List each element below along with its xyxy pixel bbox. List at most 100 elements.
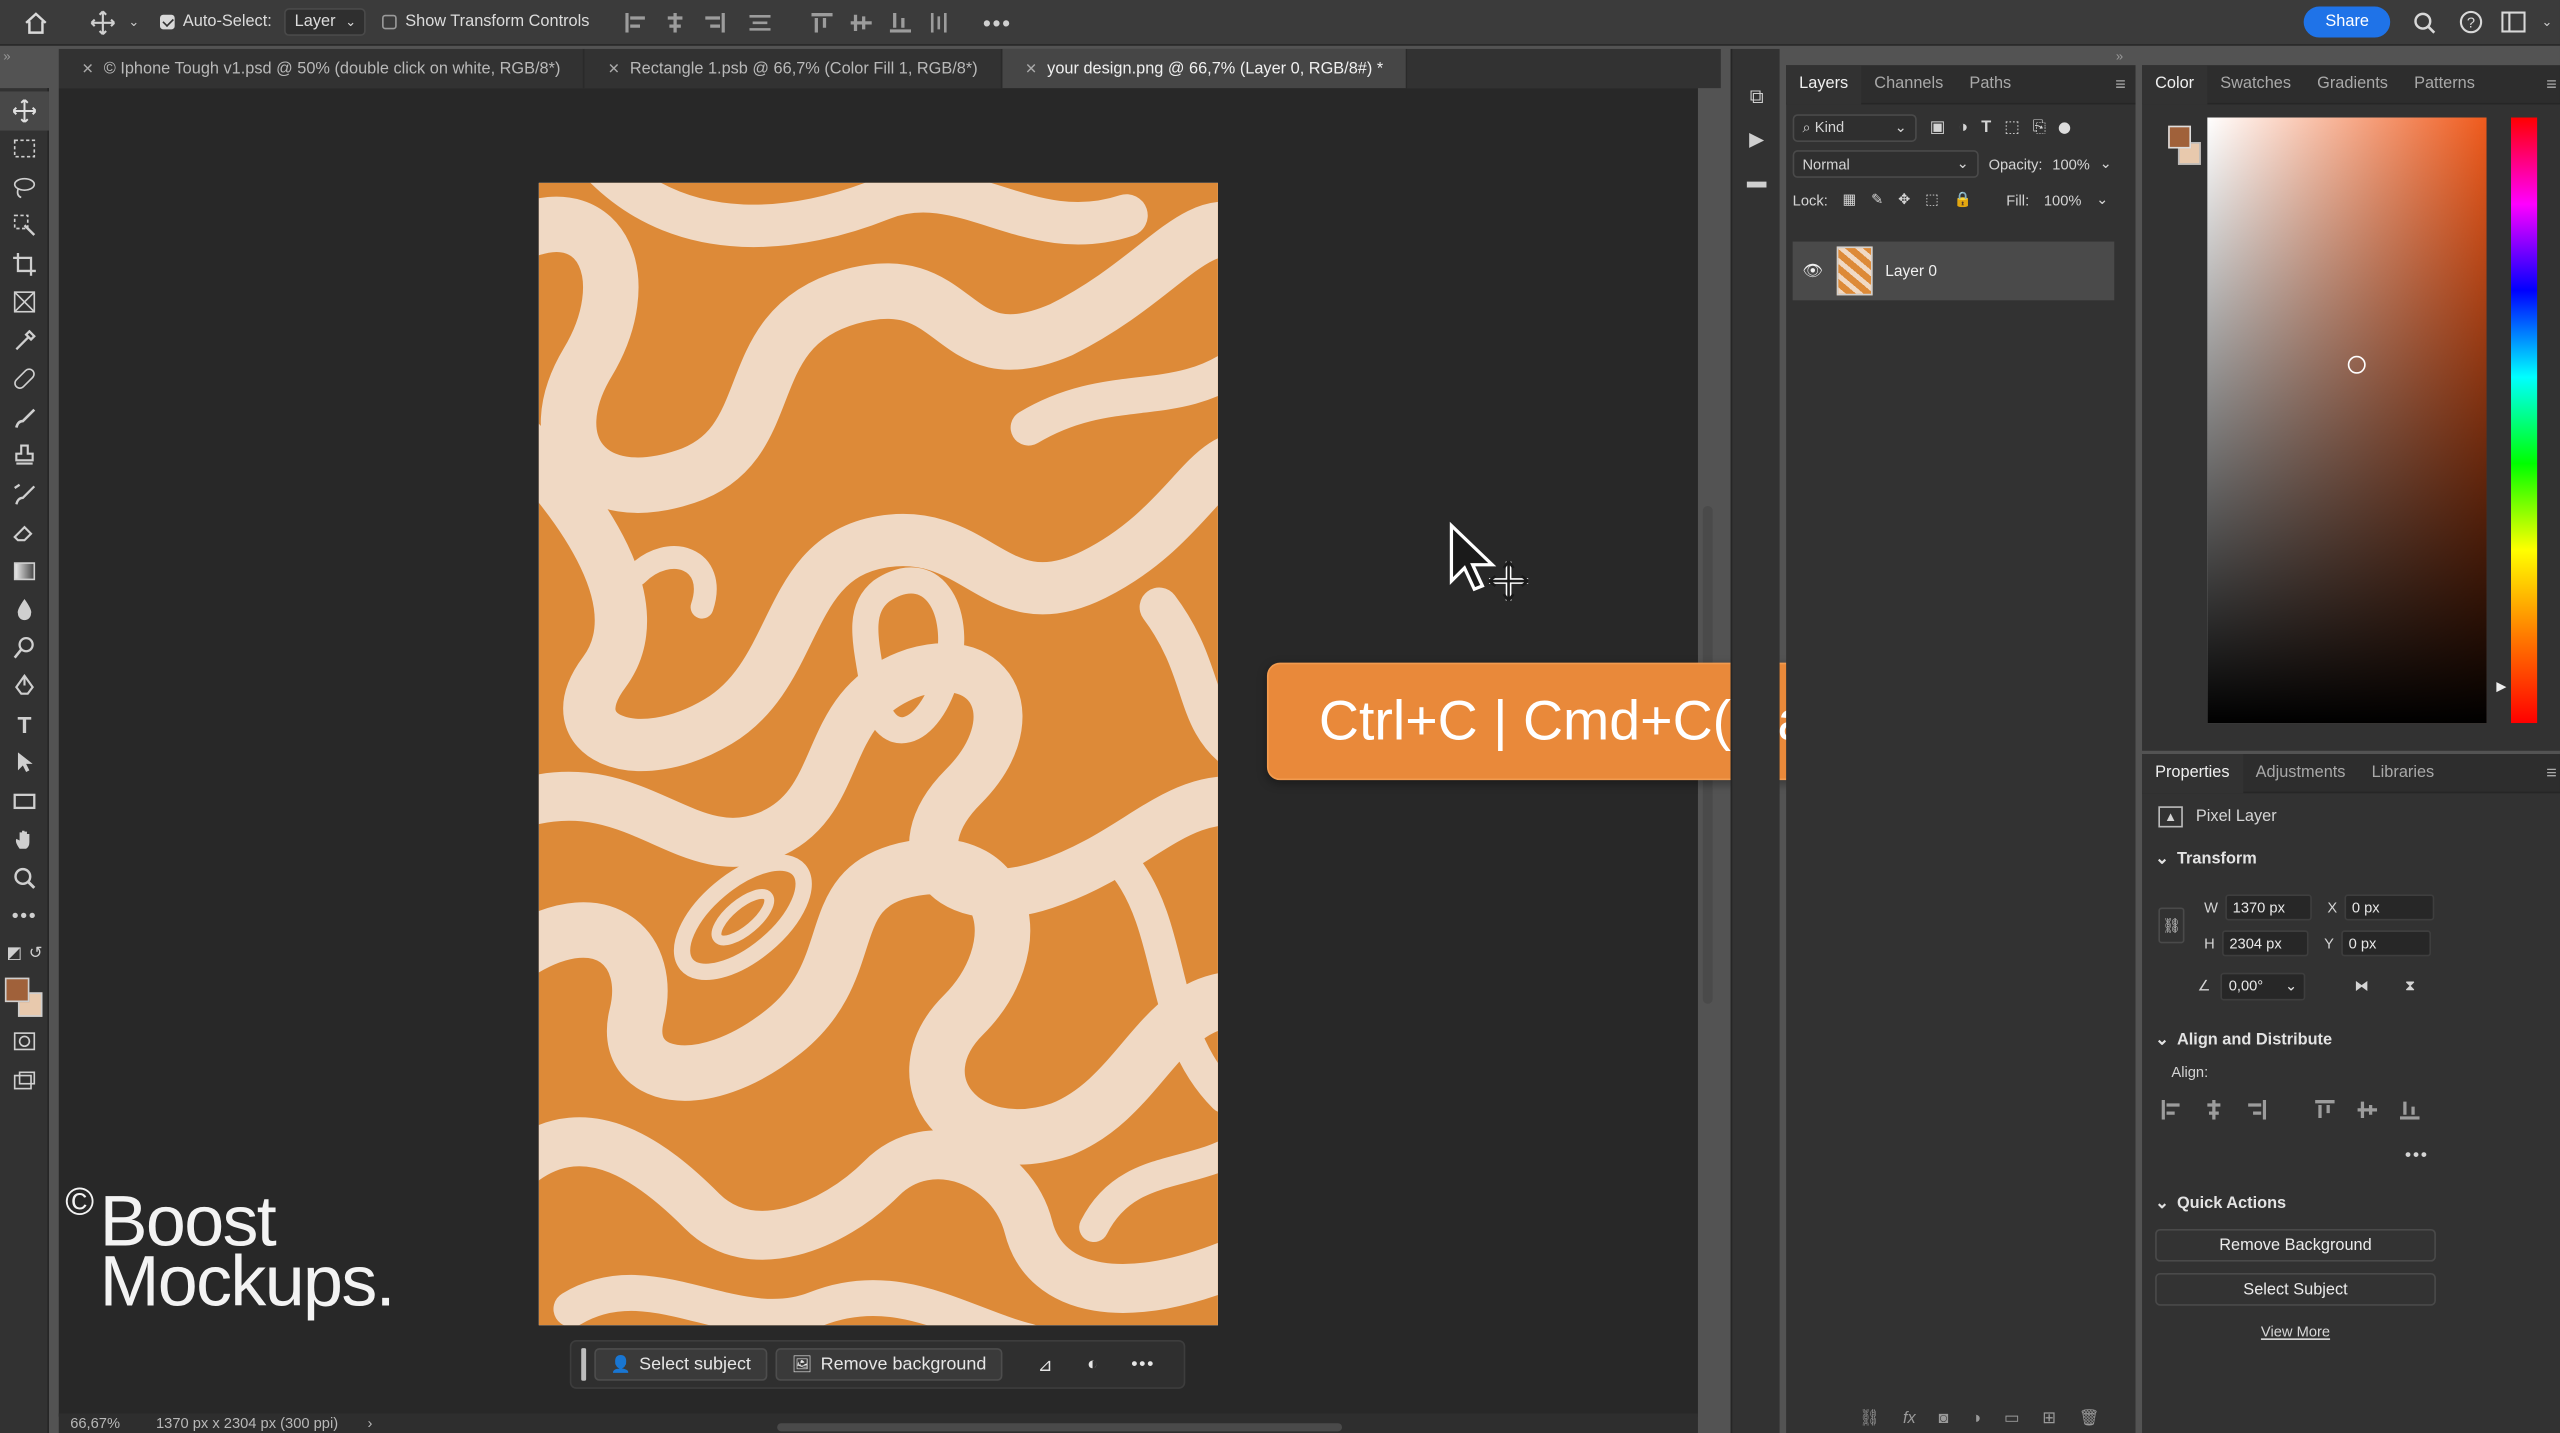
foreground-color-swatch[interactable] <box>4 976 30 1002</box>
blend-mode-dropdown[interactable]: Normal ⌄ <box>1792 150 1979 178</box>
chevron-down-icon[interactable]: ⌄ <box>2096 191 2108 209</box>
eraser-tool-icon[interactable] <box>0 513 49 551</box>
panel-menu-icon[interactable]: ≡ <box>2546 763 2560 783</box>
fx-icon[interactable]: fx <box>1903 1410 1916 1433</box>
eyedropper-tool-icon[interactable] <box>0 322 49 360</box>
panel-menu-icon[interactable]: ≡ <box>2115 74 2135 94</box>
distribute-horizontal-icon[interactable] <box>929 12 950 32</box>
tab-properties[interactable]: Properties <box>2142 753 2243 793</box>
healing-brush-tool-icon[interactable] <box>0 360 49 398</box>
filter-shape-icon[interactable]: ⬚ <box>2004 119 2019 137</box>
angle-input[interactable]: 0,00° ⌄ <box>2220 972 2306 1001</box>
new-group-icon[interactable]: ▭ <box>2004 1410 2019 1433</box>
remove-background-button[interactable]: 🖼 Remove background <box>775 1348 1003 1381</box>
layer-filter-kind-dropdown[interactable]: ⌕ Kind ⌄ <box>1792 114 1917 142</box>
adjustment-icon[interactable]: ◐ <box>1071 1355 1113 1375</box>
tab-color[interactable]: Color <box>2142 64 2208 104</box>
crop-tool-icon[interactable] <box>0 245 49 283</box>
layer-row[interactable]: 👁 Layer 0 <box>1792 241 2115 301</box>
hue-slider[interactable] <box>2511 117 2538 724</box>
fill-input[interactable]: 100% <box>2044 192 2082 208</box>
select-subject-button[interactable]: 👤 Select subject <box>594 1348 768 1381</box>
remove-background-button[interactable]: Remove Background <box>2155 1228 2436 1262</box>
lock-artboard-icon[interactable]: ⬚ <box>1925 191 1939 209</box>
filter-smart-object-icon[interactable]: ⎘ <box>2033 119 2046 137</box>
align-vertical-centers-icon[interactable] <box>850 12 872 32</box>
close-tab-icon[interactable]: ✕ <box>82 60 94 78</box>
y-input[interactable]: 0 px <box>2340 930 2431 957</box>
chevron-down-icon[interactable]: ⌄ <box>2534 15 2560 30</box>
add-mask-icon[interactable]: ◙ <box>1939 1410 1949 1433</box>
frame-tool-icon[interactable] <box>0 283 49 321</box>
transform-icon[interactable]: ⊿ <box>1027 1354 1063 1375</box>
opacity-input[interactable]: 100% <box>2052 156 2090 172</box>
type-tool-icon[interactable]: T <box>0 705 49 743</box>
expand-toolbar-icon[interactable]: » <box>3 49 10 64</box>
transform-section-header[interactable]: ⌄ Transform <box>2142 841 2560 868</box>
more-options-icon[interactable]: ••• <box>1122 1355 1164 1375</box>
height-input[interactable]: 2304 px <box>2221 930 2308 957</box>
visibility-eye-icon[interactable]: 👁 <box>1802 262 1823 280</box>
select-subject-button[interactable]: Select Subject <box>2155 1273 2436 1306</box>
brush-tool-icon[interactable] <box>0 398 49 436</box>
comments-icon[interactable]: ▬ <box>1742 166 1771 195</box>
width-input[interactable]: 1370 px <box>2224 894 2312 921</box>
lock-position-icon[interactable]: ✥ <box>1898 191 1910 209</box>
align-section-header[interactable]: ⌄ Align and Distribute <box>2155 1031 2332 1049</box>
hand-tool-icon[interactable] <box>0 820 49 858</box>
new-adjustment-layer-icon[interactable]: ◑ <box>1971 1410 1981 1433</box>
blur-tool-icon[interactable] <box>0 590 49 628</box>
view-more-link[interactable]: View More <box>2142 1324 2449 1340</box>
filter-adjustment-icon[interactable]: ◑ <box>1958 119 1968 137</box>
align-right-icon[interactable] <box>2247 1100 2267 1120</box>
auto-select-checkbox[interactable]: Auto-Select: <box>159 13 272 31</box>
more-options-icon[interactable]: ••• <box>983 9 1012 35</box>
lock-all-icon[interactable]: 🔒 <box>1954 191 1972 209</box>
panel-menu-icon[interactable]: ≡ <box>2546 74 2560 94</box>
object-selection-tool-icon[interactable] <box>0 206 49 244</box>
align-center-icon[interactable] <box>2204 1100 2224 1120</box>
align-bottom-edges-icon[interactable] <box>889 12 912 32</box>
flip-vertical-icon[interactable]: ⧗ <box>2405 978 2415 996</box>
tab-patterns[interactable]: Patterns <box>2401 64 2488 103</box>
filter-type-icon[interactable]: T <box>1981 119 1991 137</box>
distribute-vertical-icon[interactable] <box>749 12 771 32</box>
gradient-tool-icon[interactable] <box>0 552 49 590</box>
flip-horizontal-icon[interactable]: ⧓ <box>2354 978 2369 996</box>
hue-slider-marker-icon[interactable]: ▶ <box>2496 679 2506 694</box>
marquee-tool-icon[interactable] <box>0 130 49 168</box>
align-bottom-icon[interactable] <box>2399 1100 2420 1120</box>
lasso-tool-icon[interactable] <box>0 168 49 206</box>
tab-gradients[interactable]: Gradients <box>2304 64 2401 103</box>
workspace-icon[interactable] <box>2491 11 2533 33</box>
swap-colors-icon[interactable]: ◩ ↺ <box>0 935 49 973</box>
close-tab-icon[interactable]: ✕ <box>608 60 620 78</box>
default-colors-icon[interactable]: ◩ <box>7 945 22 963</box>
tab-your-design[interactable]: ✕ your design.png @ 66,7% (Layer 0, RGB/8… <box>1002 48 1408 89</box>
layer-name[interactable]: Layer 0 <box>1885 262 1937 280</box>
chevron-down-icon[interactable]: ⌄ <box>124 15 144 30</box>
show-transform-controls-checkbox[interactable]: Show Transform Controls <box>382 13 589 31</box>
align-left-icon[interactable] <box>2161 1100 2182 1120</box>
quick-actions-section-header[interactable]: ⌄ Quick Actions <box>2155 1195 2286 1213</box>
tab-paths[interactable]: Paths <box>1956 64 2024 103</box>
lock-transparent-pixels-icon[interactable]: ▦ <box>1842 191 1856 209</box>
document-canvas-artwork[interactable] <box>538 182 1218 1326</box>
dodge-tool-icon[interactable] <box>0 628 49 666</box>
align-top-edges-icon[interactable] <box>811 12 833 32</box>
rectangle-tool-icon[interactable] <box>0 782 49 820</box>
clone-stamp-tool-icon[interactable] <box>0 437 49 475</box>
link-layers-icon[interactable]: ⛓ <box>1859 1410 1880 1433</box>
path-selection-tool-icon[interactable] <box>0 743 49 781</box>
tab-swatches[interactable]: Swatches <box>2207 64 2304 103</box>
fg-color-chip[interactable] <box>2168 125 2192 149</box>
saturation-brightness-picker[interactable] <box>2207 117 2487 724</box>
lock-image-pixels-icon[interactable]: ✎ <box>1871 191 1883 209</box>
align-horizontal-centers-icon[interactable] <box>665 12 686 32</box>
chevron-down-icon[interactable]: ⌄ <box>2100 155 2112 173</box>
zoom-tool-icon[interactable] <box>0 858 49 896</box>
delete-layer-icon[interactable]: 🗑 <box>2079 1410 2100 1433</box>
filter-pixel-icon[interactable]: ▣ <box>1930 119 1945 137</box>
new-layer-icon[interactable]: ⊞ <box>2042 1410 2056 1433</box>
align-top-icon[interactable] <box>2315 1100 2335 1120</box>
